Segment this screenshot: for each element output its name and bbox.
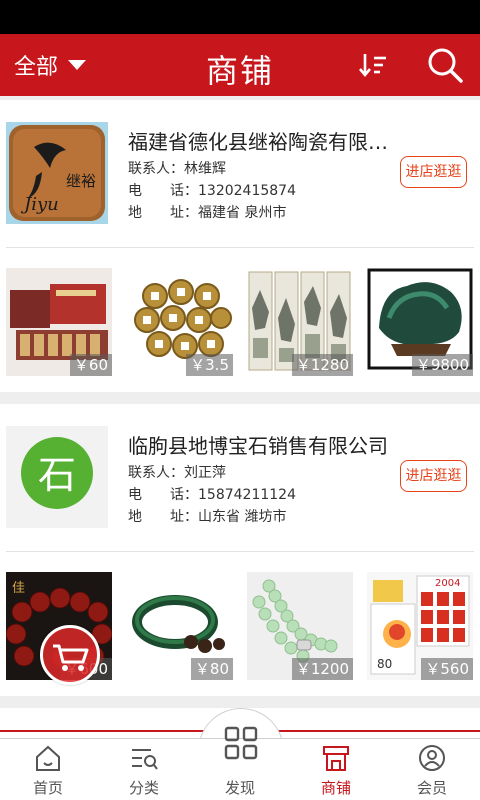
search-icon[interactable] [424, 44, 466, 86]
shop-logo[interactable]: 继裕 Jiyu [6, 122, 108, 224]
product-thumbnail[interactable]: 80 2004 ￥560 [367, 572, 473, 680]
tab-home[interactable]: 首页 [0, 739, 96, 800]
svg-text:继裕: 继裕 [66, 172, 96, 190]
svg-text:80: 80 [377, 657, 392, 671]
product-price: ￥1280 [291, 354, 353, 376]
product-thumbnail[interactable]: ￥1200 [247, 572, 353, 680]
shop-contact: 联系人：刘正萍 [128, 465, 226, 481]
tab-shop[interactable]: 商铺 [288, 739, 384, 800]
enter-shop-button[interactable]: 进店逛逛 [400, 460, 467, 492]
product-price: ￥60 [69, 354, 112, 376]
svg-text:佳: 佳 [12, 581, 25, 596]
shop-info[interactable]: 继裕 Jiyu 福建省德化县继裕陶瓷有限公... 联系人：林维辉 电 话：132… [6, 100, 474, 248]
tab-member[interactable]: 会员 [384, 739, 480, 800]
product-thumbnail[interactable]: ￥1280 [247, 268, 353, 376]
top-navigation-bar: 全部 商铺 [0, 34, 480, 96]
product-thumbnail[interactable]: ￥80 [127, 572, 233, 680]
status-bar [0, 0, 480, 34]
cart-button[interactable] [40, 625, 100, 685]
tab-label: 首页 [32, 779, 63, 797]
product-price: ￥9800 [411, 354, 473, 376]
shop-info[interactable]: 石 临朐县地博宝石销售有限公司 联系人：刘正萍 电 话：15874211124 … [6, 404, 474, 552]
shop-icon [323, 746, 349, 771]
product-thumbnail[interactable]: ￥60 [6, 268, 112, 376]
shop-contact: 联系人：林维辉 [128, 161, 226, 177]
tab-category[interactable]: 分类 [96, 739, 192, 800]
home-icon [36, 745, 60, 771]
shop-phone: 电 话：13202415874 [128, 183, 296, 199]
shop-name[interactable]: 福建省德化县继裕陶瓷有限公... [128, 126, 398, 155]
shop-address: 地 址：山东省 潍坊市 [128, 509, 287, 525]
member-icon [419, 745, 445, 771]
category-icon [132, 749, 158, 770]
enter-shop-button[interactable]: 进店逛逛 [400, 156, 467, 188]
svg-text:2004: 2004 [435, 578, 460, 589]
tab-label: 商铺 [320, 779, 351, 797]
product-price: ￥80 [190, 658, 233, 680]
product-thumbnail[interactable]: ￥9800 [367, 268, 473, 376]
svg-text:石: 石 [38, 453, 76, 497]
product-row: ￥60 ￥3.5 ￥1280 ￥9800 [6, 248, 474, 388]
product-price: ￥560 [421, 658, 473, 680]
sort-icon[interactable] [356, 48, 390, 82]
page-title: 商铺 [205, 52, 274, 90]
shop-logo[interactable]: 石 [6, 426, 108, 528]
svg-text:Jiyu: Jiyu [20, 194, 59, 215]
cart-icon [53, 644, 89, 671]
shop-card: 继裕 Jiyu 福建省德化县继裕陶瓷有限公... 联系人：林维辉 电 话：132… [0, 100, 480, 392]
shop-phone: 电 话：15874211124 [128, 487, 296, 503]
shop-name[interactable]: 临朐县地博宝石销售有限公司 [128, 430, 398, 459]
tab-label: 分类 [128, 779, 159, 797]
discover-icon[interactable] [224, 726, 258, 760]
tab-label: 会员 [416, 779, 447, 797]
tab-label: 发现 [224, 779, 255, 797]
product-price: ￥1200 [291, 658, 353, 680]
product-price: ￥3.5 [186, 354, 233, 376]
product-thumbnail[interactable]: ￥3.5 [127, 268, 233, 376]
shop-address: 地 址：福建省 泉州市 [128, 205, 287, 221]
